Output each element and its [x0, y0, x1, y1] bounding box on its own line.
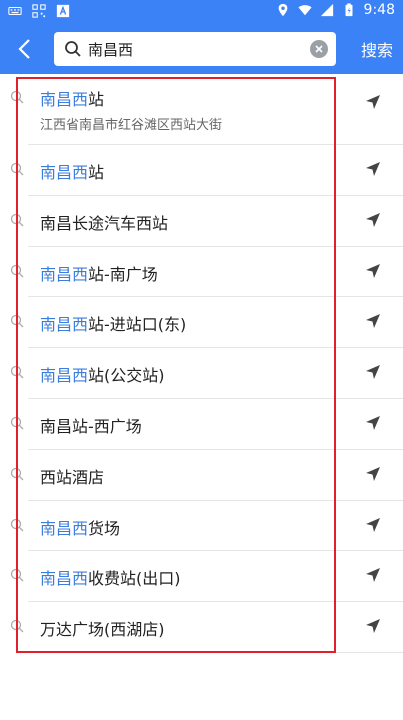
search-history-icon — [10, 518, 24, 532]
result-title: 南昌西站(公交站) — [40, 366, 165, 386]
result-title: 南昌西收费站(出口) — [40, 569, 181, 589]
navigate-arrow-icon[interactable] — [365, 364, 381, 380]
list-item[interactable]: 南昌西站 — [10, 145, 403, 196]
location-icon — [278, 3, 287, 17]
qr-code-icon — [32, 4, 46, 18]
keyboard-icon — [8, 6, 22, 16]
chevron-left-icon — [18, 39, 30, 59]
list-item[interactable]: 南昌西站-南广场 — [10, 247, 403, 298]
back-button[interactable] — [10, 34, 40, 64]
search-box[interactable] — [54, 32, 336, 66]
search-history-icon — [10, 467, 24, 481]
result-title: 南昌西货场 — [40, 518, 121, 538]
search-button[interactable]: 搜索 — [361, 37, 393, 61]
navigate-arrow-icon[interactable] — [365, 415, 381, 431]
status-time: 9:48 — [363, 2, 395, 18]
search-input[interactable] — [88, 38, 298, 60]
navigate-arrow-icon[interactable] — [365, 161, 381, 177]
search-history-icon — [10, 90, 24, 104]
list-item[interactable]: 南昌西收费站(出口) — [10, 551, 403, 603]
wifi-icon — [297, 5, 312, 16]
navigate-arrow-icon[interactable] — [365, 263, 381, 279]
result-title: 西站酒店 — [40, 467, 105, 487]
clear-button[interactable] — [310, 40, 328, 58]
list-item[interactable]: 南昌西站(公交站) — [10, 348, 403, 399]
search-history-icon — [10, 162, 24, 176]
list-item[interactable]: 南昌西站 江西省南昌市红谷滩区西站大街 — [10, 74, 403, 145]
search-history-icon — [10, 569, 24, 582]
navigate-arrow-icon[interactable] — [365, 212, 381, 228]
result-title: 南昌西站 — [40, 90, 105, 109]
result-title: 南昌西站 — [40, 163, 105, 182]
navigate-arrow-icon[interactable] — [365, 618, 381, 634]
search-history-icon — [10, 366, 24, 379]
navigate-arrow-icon[interactable] — [365, 94, 381, 110]
signal-icon — [320, 3, 333, 17]
result-title: 南昌长途汽车西站 — [40, 213, 169, 233]
list-item[interactable]: 西站酒店 — [10, 450, 403, 501]
search-icon — [65, 41, 81, 57]
app-a-icon — [56, 4, 70, 18]
result-title: 南昌站-西广场 — [40, 416, 142, 436]
navigate-arrow-icon[interactable] — [365, 313, 381, 329]
navigate-arrow-icon[interactable] — [365, 567, 381, 583]
list-item[interactable]: 南昌西站-进站口(东) — [10, 297, 403, 349]
list-item[interactable]: 南昌长途汽车西站 — [10, 196, 403, 247]
search-history-icon — [10, 620, 24, 633]
list-item[interactable]: 万达广场(西湖店) — [10, 602, 403, 653]
search-history-icon — [10, 264, 24, 278]
navigate-arrow-icon[interactable] — [365, 517, 381, 533]
close-icon — [315, 45, 323, 53]
result-title: 南昌西站-南广场 — [40, 264, 158, 284]
header: 搜索 — [0, 24, 403, 74]
status-bar: 9:48 — [0, 0, 403, 24]
list-item[interactable]: 南昌站-西广场 — [10, 399, 403, 450]
search-history-icon — [10, 213, 24, 227]
list-item[interactable]: 南昌西货场 — [10, 501, 403, 552]
search-history-icon — [10, 416, 24, 430]
results-list: 南昌西站 江西省南昌市红谷滩区西站大街 南昌西站 南昌长途汽车西站 南昌西站-南… — [0, 74, 403, 653]
result-address: 江西省南昌市红谷滩区西站大街 — [40, 118, 223, 133]
result-title: 万达广场(西湖店) — [40, 620, 165, 640]
search-history-icon — [10, 315, 24, 328]
navigate-arrow-icon[interactable] — [365, 466, 381, 482]
result-title: 南昌西站-进站口(东) — [40, 315, 187, 335]
battery-icon — [345, 3, 353, 17]
